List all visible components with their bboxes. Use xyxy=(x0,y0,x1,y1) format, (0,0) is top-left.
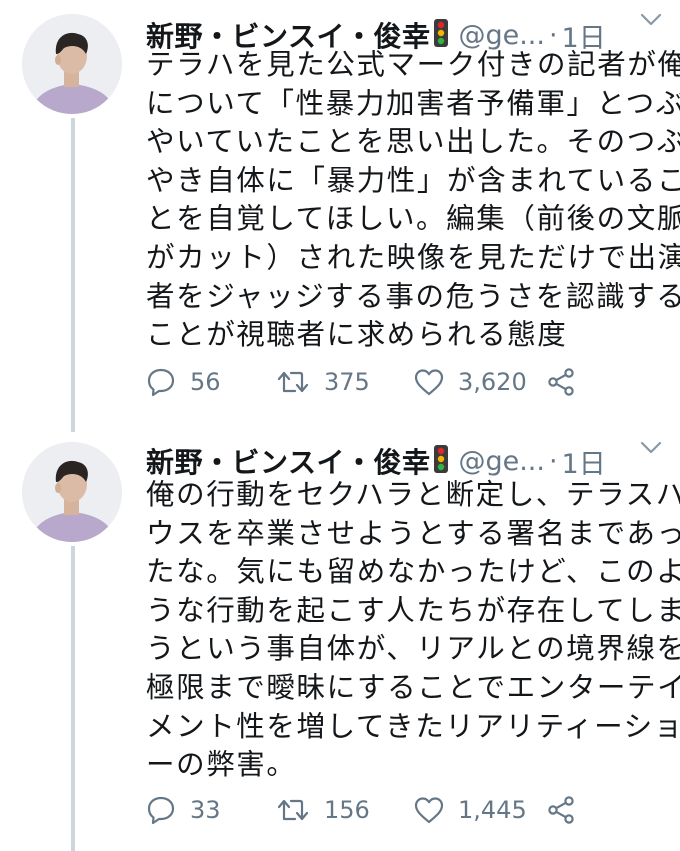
tweet-text-line: ことが視聴者に求められる態度 xyxy=(146,318,568,352)
chevron-down-icon[interactable] xyxy=(640,440,662,459)
tweet[interactable]: 新野・ビンスイ・俊幸 @ge... · 1日 俺の行動をセクハラと断定し、テラス… xyxy=(0,432,680,851)
chevron-down-icon[interactable] xyxy=(640,12,662,31)
share-icon xyxy=(546,795,576,825)
reply-count: 33 xyxy=(190,796,221,824)
like-button[interactable]: 3,620 xyxy=(414,368,546,396)
tweet-text-line: うな行動を起こす人たちが存在してしま xyxy=(146,593,680,627)
tweet-text-line: うという事自体が、リアルとの境界線を xyxy=(146,632,680,666)
share-icon xyxy=(546,367,576,397)
reply-button[interactable]: 56 xyxy=(146,367,276,397)
reply-icon xyxy=(146,367,176,397)
traffic-light-icon xyxy=(434,445,449,477)
tweet-text: テラハを見た公式マーク付きの記者が俺 について「性暴力加害者予備軍」とつぶ やい… xyxy=(146,46,680,355)
tweet-text-line: 俺の行動をセクハラと断定し、テラスハ xyxy=(146,478,680,511)
heart-icon xyxy=(414,796,444,824)
share-button[interactable] xyxy=(546,795,576,825)
reply-icon xyxy=(146,795,176,825)
tweet-text-line: やいていたことを思い出した。そのつぶ xyxy=(146,125,680,159)
retweet-icon xyxy=(276,369,310,395)
avatar[interactable] xyxy=(22,442,122,542)
avatar[interactable] xyxy=(22,14,122,114)
tweet-text-line: ウスを卒業させようとする署名まであっ xyxy=(146,516,680,550)
action-bar: 56 375 3,620 xyxy=(146,362,616,402)
retweet-count: 156 xyxy=(324,796,370,824)
timestamp[interactable]: 1日 xyxy=(562,442,606,481)
tweet-text-line: について「性暴力加害者予備軍」とつぶ xyxy=(146,86,680,120)
share-button[interactable] xyxy=(546,367,576,397)
retweet-button[interactable]: 156 xyxy=(276,796,414,824)
handle[interactable]: @ge... xyxy=(458,446,545,477)
retweet-count: 375 xyxy=(324,368,370,396)
action-bar: 33 156 1,445 xyxy=(146,790,616,830)
separator: · xyxy=(548,445,558,477)
retweet-icon xyxy=(276,797,310,823)
tweet-text-line: ーの弊害。 xyxy=(146,748,297,782)
like-button[interactable]: 1,445 xyxy=(414,796,546,824)
tweet-text-line: がカット）された映像を見ただけで出演 xyxy=(146,240,680,274)
thread-line xyxy=(71,118,75,432)
reply-button[interactable]: 33 xyxy=(146,795,276,825)
tweet-text-line: メント性を増してきたリアリティーショ xyxy=(146,709,680,743)
heart-icon xyxy=(414,368,444,396)
tweet-text-line: 者をジャッジする事の危うさを認識する xyxy=(146,279,680,313)
tweet[interactable]: 新野・ビンスイ・俊幸 @ge... · 1日 テラハを見た公式マーク付きの記者が… xyxy=(0,0,680,432)
tweet-text-line: たな。気にも留めなかったけど、このよ xyxy=(146,555,680,589)
tweet-text: 俺の行動をセクハラと断定し、テラスハ ウスを卒業させようとする署名まであっ たな… xyxy=(146,476,680,785)
reply-count: 56 xyxy=(190,368,221,396)
tweet-text-line: とを自覚してほしい。編集（前後の文脈 xyxy=(146,202,680,236)
tweet-text-line: やき自体に「暴力性」が含まれているこ xyxy=(146,163,680,197)
like-count: 3,620 xyxy=(458,368,527,396)
display-name[interactable]: 新野・ビンスイ・俊幸 xyxy=(146,441,430,481)
thread-line xyxy=(71,546,75,851)
tweet-text-line: テラハを見た公式マーク付きの記者が俺 xyxy=(146,48,680,81)
retweet-button[interactable]: 375 xyxy=(276,368,414,396)
tweet-text-line: 極限まで曖昧にすることでエンターテイ xyxy=(146,670,680,704)
like-count: 1,445 xyxy=(458,796,527,824)
